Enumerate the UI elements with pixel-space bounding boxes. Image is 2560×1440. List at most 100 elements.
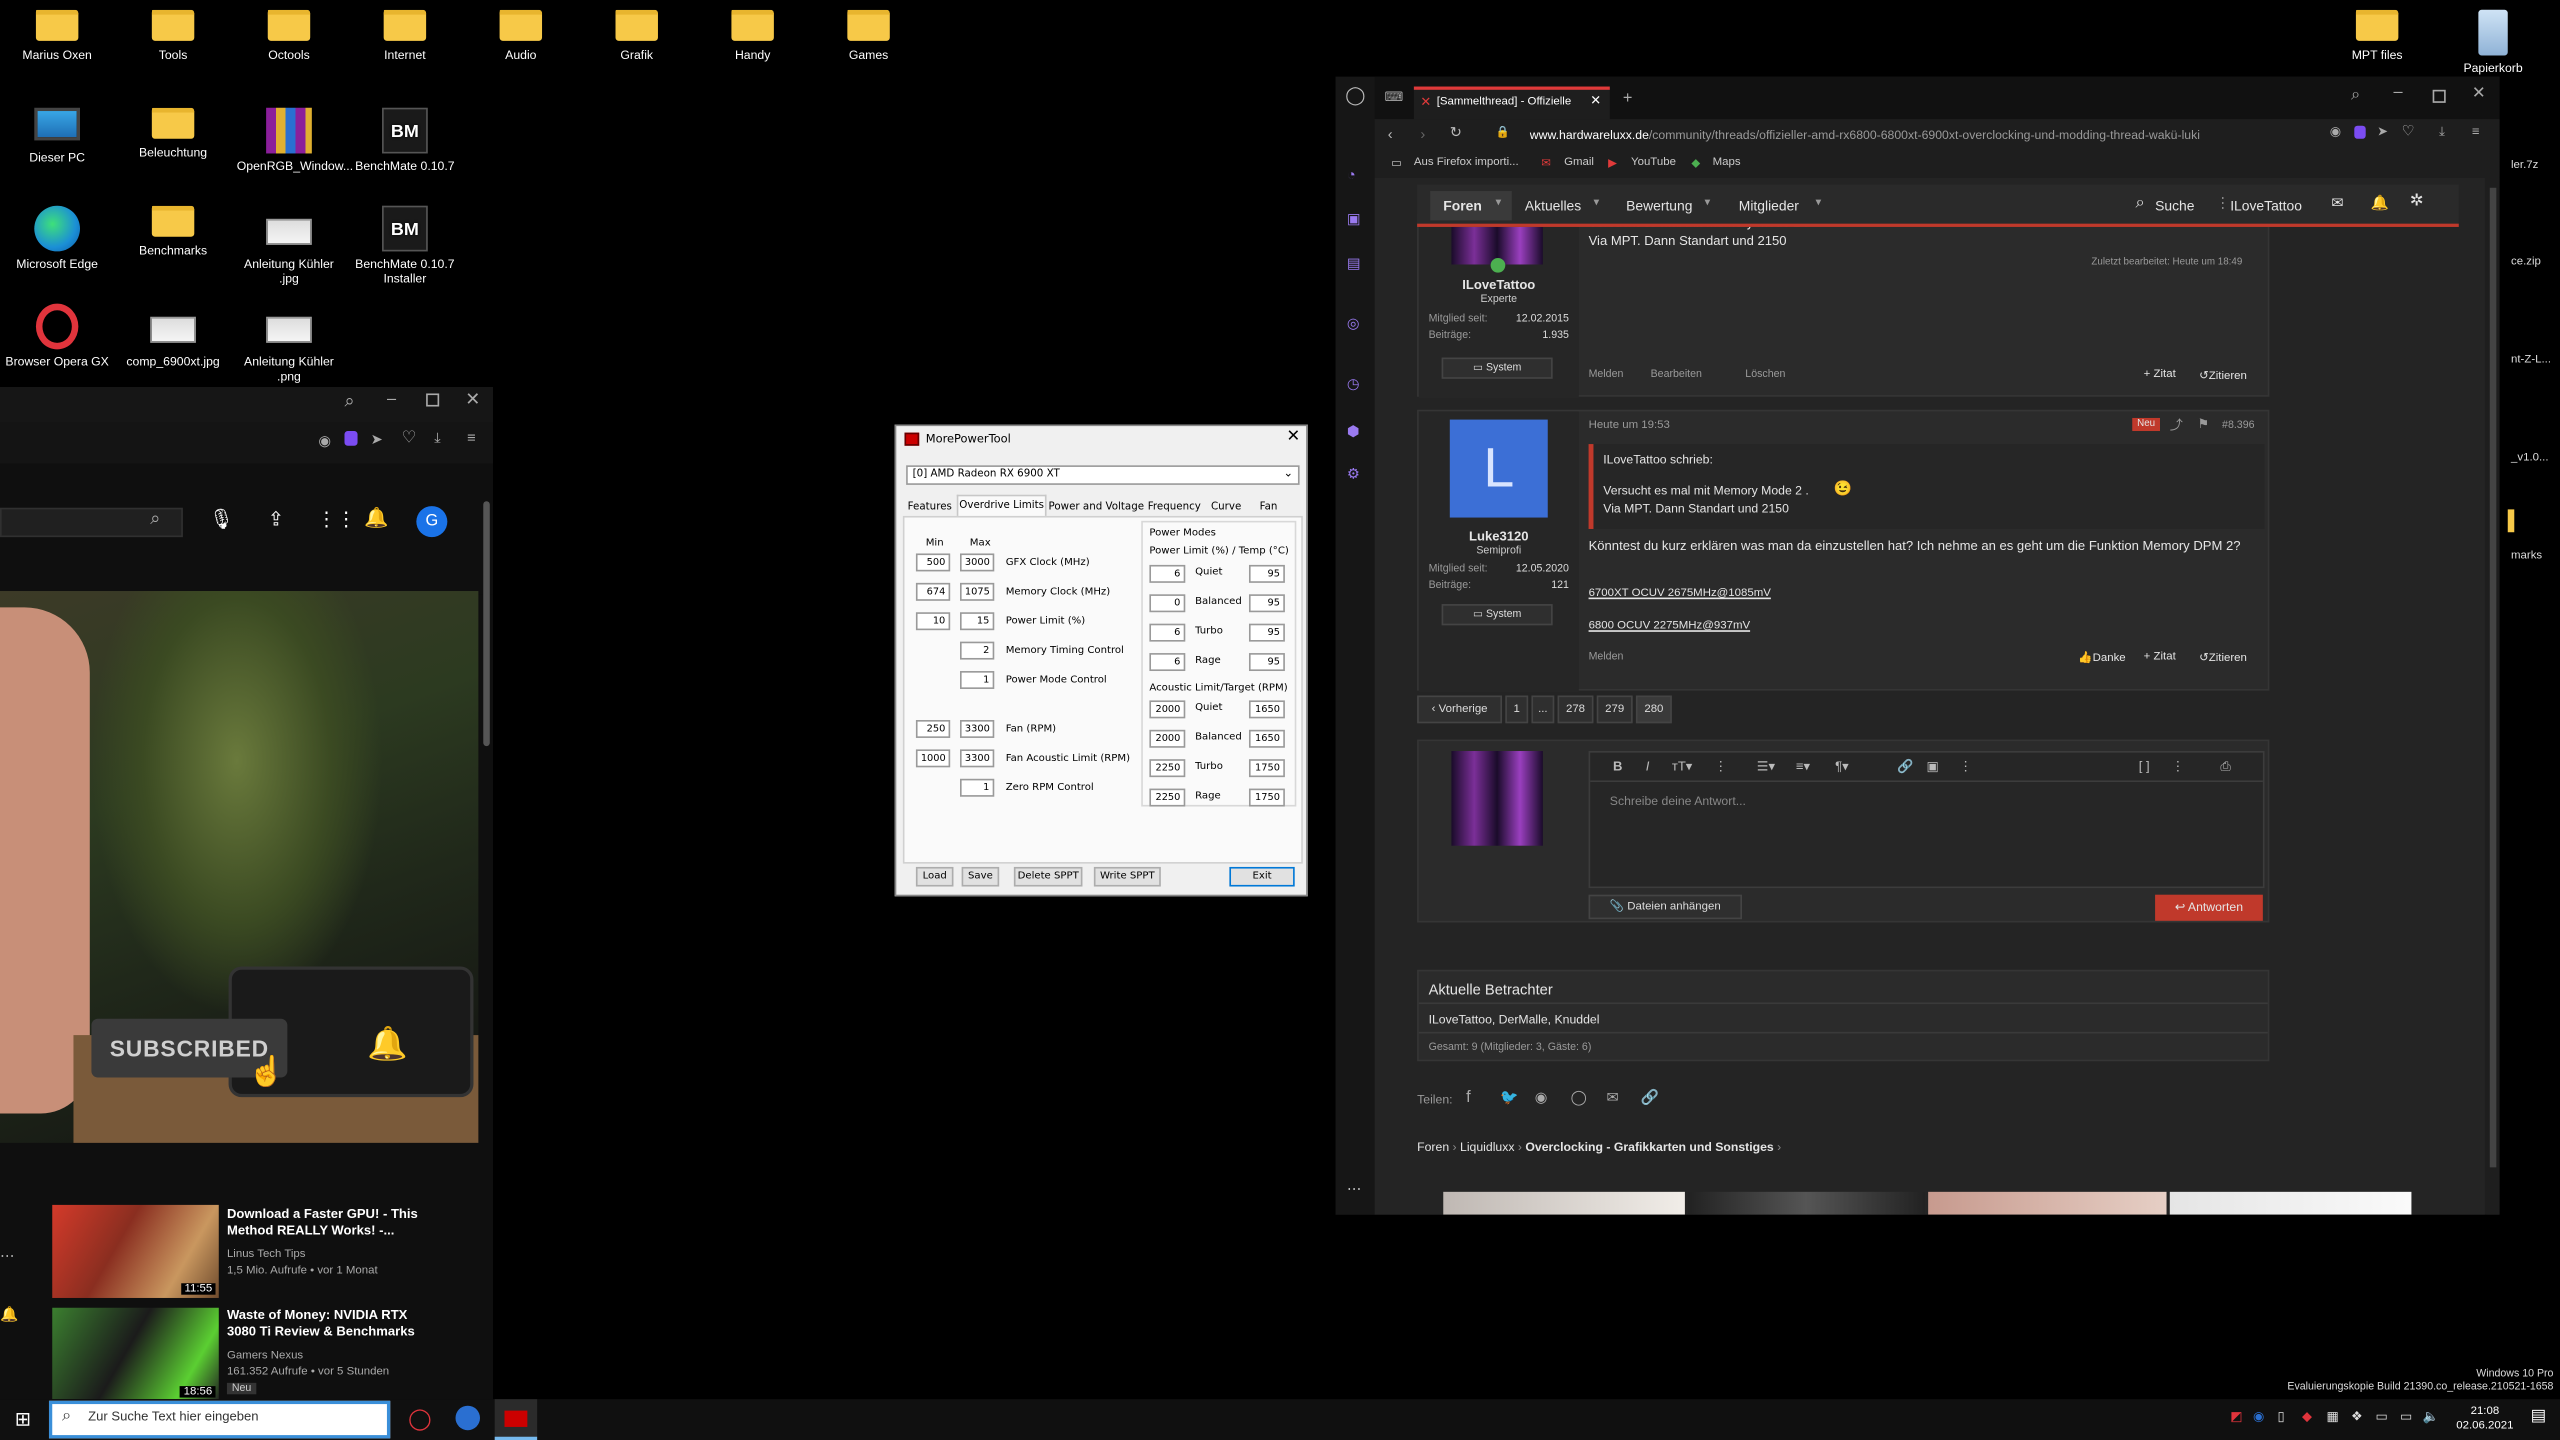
- video-title-1[interactable]: Download a Faster GPU! - This Method REA…: [227, 1207, 439, 1240]
- side-label-1[interactable]: ler.7z: [2511, 158, 2538, 173]
- desktop-icon-benchmarks[interactable]: Benchmarks: [121, 205, 225, 258]
- min-input[interactable]: 10: [915, 612, 951, 631]
- thumbnail-1[interactable]: 11:55: [52, 1204, 219, 1298]
- page-button[interactable]: 279: [1596, 695, 1633, 724]
- vpn-shield-icon[interactable]: [2354, 125, 2366, 139]
- expand-icon[interactable]: [ ]: [2139, 759, 2150, 774]
- nav-user[interactable]: ILoveTattoo: [2230, 198, 2302, 214]
- scrollbar[interactable]: [2486, 187, 2500, 1215]
- minimize-icon[interactable]: –: [387, 390, 396, 408]
- monitor-icon[interactable]: ▭: [2400, 1409, 2412, 1424]
- camera-icon[interactable]: ◉: [318, 433, 331, 451]
- desktop-icon-marius-oxen[interactable]: Marius Oxen: [5, 9, 109, 62]
- max-input[interactable]: 3300: [959, 719, 995, 738]
- desktop-icon-browser-opera-gx[interactable]: Browser Opera GX: [5, 303, 109, 369]
- browser-tab[interactable]: ✕ [Sammelthread] - Offizielle ✕: [1413, 86, 1610, 120]
- viewers-list[interactable]: ILoveTattoo, DerMalle, Knuddel: [1429, 1012, 1600, 1027]
- desktop-icon-benchmate-0-10-7-installer[interactable]: BM BenchMate 0.10.7 Installer: [353, 205, 457, 286]
- channel-name-1[interactable]: Linus Tech Tips: [227, 1249, 306, 1260]
- tab-fan[interactable]: Fan: [1254, 496, 1283, 516]
- cite-button[interactable]: ↺Zitieren: [2199, 369, 2247, 382]
- reply-editor[interactable]: B I тT▾ ⋮ ☰▾ ≡▾ ¶▾ 🔗 ▣ ⋮ [ ] ⋮ ⎙ Schreib…: [1588, 751, 2265, 889]
- delete-link[interactable]: Löschen: [1745, 369, 1785, 380]
- close-tab-icon[interactable]: ✕: [1590, 93, 1601, 108]
- player-icon[interactable]: ◎: [1347, 315, 1360, 333]
- new-tab-icon[interactable]: +: [1623, 90, 1633, 108]
- breadcrumb-liquidluxx[interactable]: Liquidluxx: [1460, 1140, 1514, 1155]
- delete-sppt-button[interactable]: Delete SPPT: [1013, 866, 1083, 887]
- breadcrumb-overclocking[interactable]: Overclocking - Grafikkarten und Sonstige…: [1525, 1140, 1773, 1155]
- usb-icon[interactable]: ▯: [2278, 1409, 2285, 1424]
- max-input[interactable]: 1: [959, 671, 995, 689]
- image-icon[interactable]: ▣: [1927, 759, 1939, 774]
- bookmark-icon[interactable]: ⚑: [2198, 416, 2210, 431]
- menu-icon[interactable]: ≡: [467, 429, 476, 445]
- opera-logo-icon[interactable]: ◯: [1345, 85, 1365, 107]
- max-input[interactable]: 3300: [959, 749, 995, 768]
- maximize-icon[interactable]: [426, 393, 440, 407]
- acoustic-value-input[interactable]: 1750: [1248, 759, 1285, 778]
- more-icon[interactable]: ⋯: [0, 1247, 15, 1265]
- download-icon[interactable]: ⤓: [2439, 124, 2445, 140]
- close-icon[interactable]: ✕: [1287, 428, 1301, 446]
- opera-gx-icon[interactable]: ◯: [408, 1406, 432, 1432]
- nav-mitglieder[interactable]: Mitglieder: [1739, 198, 1799, 214]
- paragraph-icon[interactable]: ¶▾: [1835, 759, 1849, 774]
- chevron-down-icon[interactable]: ▾: [1496, 196, 1502, 209]
- search-icon[interactable]: ⌕: [344, 392, 354, 413]
- acoustic-value-input[interactable]: 1650: [1248, 700, 1285, 719]
- thanks-button[interactable]: 👍Danke: [2078, 651, 2125, 664]
- desktop-icon-dieser-pc[interactable]: Dieser PC: [5, 107, 109, 165]
- power-limit-input[interactable]: 6: [1149, 653, 1186, 672]
- bell-icon[interactable]: 🔔: [364, 506, 388, 529]
- bookmark-gmail[interactable]: Gmail: [1564, 157, 1594, 168]
- power-value-input[interactable]: 95: [1248, 594, 1285, 613]
- bell-icon[interactable]: 🔔: [367, 1024, 408, 1065]
- write-sppt-button[interactable]: Write SPPT: [1093, 866, 1161, 887]
- minimize-icon[interactable]: –: [2393, 83, 2402, 101]
- taskbar-search-input[interactable]: ⌕ Zur Suche Text hier eingeben: [48, 1400, 391, 1439]
- avatar[interactable]: L: [1449, 419, 1548, 518]
- app-icon[interactable]: [455, 1405, 480, 1431]
- send-icon[interactable]: ➤: [371, 431, 383, 449]
- desktop-icon-octools[interactable]: Octools: [237, 9, 341, 62]
- close-icon[interactable]: ✕: [2472, 85, 2486, 103]
- scrollbar-thumb[interactable]: [2489, 187, 2497, 1168]
- chevron-down-icon[interactable]: ▾: [1593, 196, 1599, 209]
- tray-app-icon[interactable]: ◉: [2253, 1409, 2264, 1424]
- download-icon[interactable]: ⤓: [434, 429, 441, 447]
- desktop-icon-microsoft-edge[interactable]: Microsoft Edge: [5, 205, 109, 271]
- exit-button[interactable]: Exit: [1229, 866, 1295, 887]
- power-value-input[interactable]: 95: [1248, 653, 1285, 672]
- more-icon[interactable]: ⋮: [1959, 759, 1972, 774]
- min-input[interactable]: 250: [915, 719, 951, 738]
- attach-files-button[interactable]: 📎 Dateien anhängen: [1588, 894, 1743, 920]
- desktop-icon-papierkorb[interactable]: Papierkorb: [2441, 9, 2545, 75]
- desktop-icon-grafik[interactable]: Grafik: [584, 9, 688, 62]
- desktop-icon-openrgb-window-[interactable]: OpenRGB_Window...: [237, 107, 353, 173]
- power-limit-input[interactable]: 0: [1149, 594, 1186, 613]
- desktop-icon-benchmate-0-10-7[interactable]: BM BenchMate 0.10.7: [353, 107, 457, 173]
- link-icon[interactable]: 🔗: [1897, 759, 1913, 774]
- min-input[interactable]: 1000: [915, 749, 951, 768]
- facebook-icon[interactable]: f: [1466, 1089, 1471, 1107]
- settings-icon[interactable]: ⚙: [1347, 465, 1360, 483]
- ad-image[interactable]: [1928, 1191, 2167, 1215]
- power-limit-input[interactable]: 6: [1149, 623, 1186, 642]
- tray-app-icon[interactable]: ◩: [2230, 1409, 2242, 1424]
- tray-app-icon[interactable]: ◆: [2302, 1409, 2312, 1424]
- italic-icon[interactable]: I: [1646, 759, 1650, 774]
- ad-image[interactable]: [1688, 1191, 1925, 1215]
- twitch-icon[interactable]: ▤: [1347, 255, 1361, 273]
- vpn-shield-icon[interactable]: [344, 431, 358, 446]
- side-label-2[interactable]: ce.zip: [2511, 256, 2541, 267]
- acoustic-limit-input[interactable]: 2250: [1149, 759, 1186, 778]
- side-label-5[interactable]: marks: [2511, 550, 2542, 561]
- more-icon[interactable]: ⋮: [1714, 759, 1727, 774]
- upload-icon[interactable]: ⇪: [268, 508, 284, 531]
- quote-button[interactable]: + Zitat: [2144, 369, 2176, 380]
- align-icon[interactable]: ≡▾: [1796, 759, 1810, 774]
- bookmark-maps[interactable]: Maps: [1713, 157, 1741, 168]
- side-label-3[interactable]: nt-Z-L...: [2511, 354, 2551, 365]
- bell-icon[interactable]: 🔔: [0, 1306, 18, 1324]
